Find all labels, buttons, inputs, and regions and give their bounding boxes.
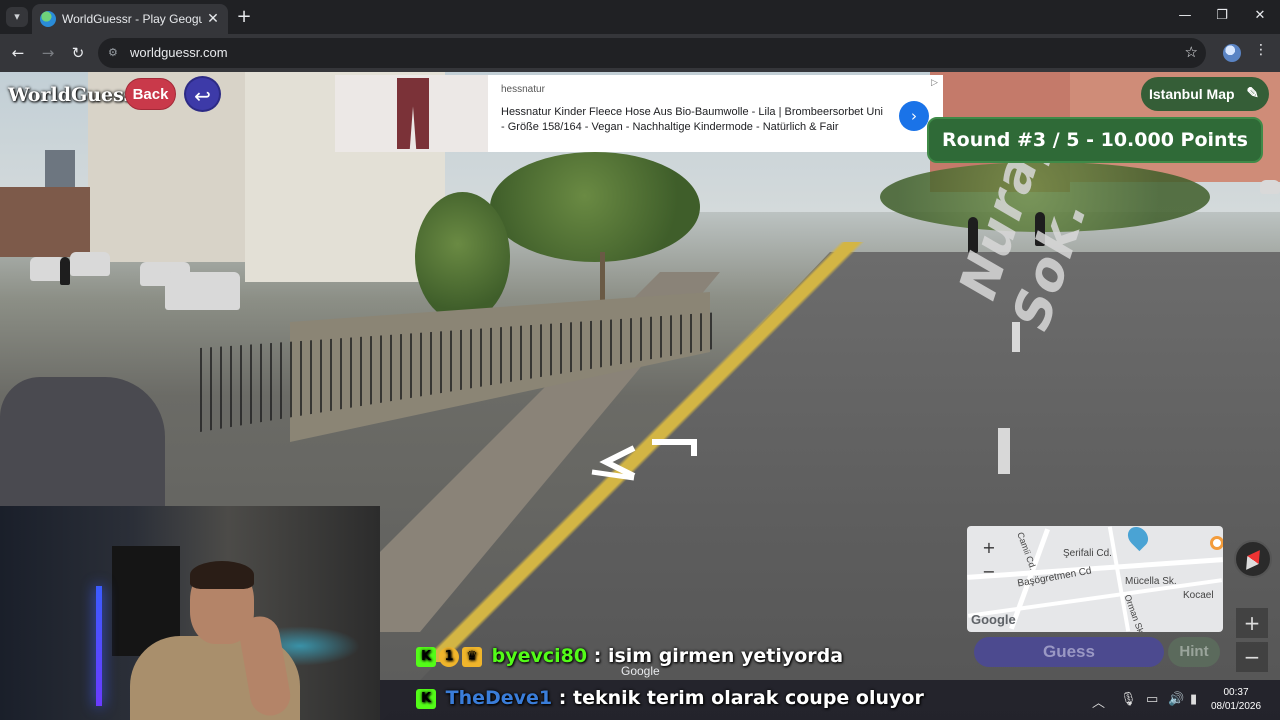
streamer-hair [190,561,254,589]
ad-open-arrow-icon[interactable]: › [899,101,929,131]
taskbar-clock[interactable]: 00:37 08/01/2026 [1206,686,1266,714]
lane-marking [1012,322,1020,352]
browser-toolbar: ← → ↻ ⚙ worldguessr.com ☆ [0,34,1280,72]
tray-chevron-icon[interactable]: ︿ [1092,692,1105,711]
chat-message: K TheDeve1 : teknik terim olarak coupe o… [416,683,924,713]
clock-time: 00:37 [1223,687,1249,698]
map-label: Kocael [1183,590,1214,601]
back-arrow-icon[interactable]: ← [8,43,28,63]
map-label: Mücella Sk. [1125,576,1177,587]
tab-title: WorldGuessr - Play Geoguessr Free [62,12,202,26]
compass-icon[interactable] [1234,540,1272,578]
ad-product-image [335,75,488,152]
nav-arrow-left[interactable] [599,445,636,479]
map-label: Şerifali Cd. [1063,548,1112,559]
map-zoom-out-button[interactable]: − [975,560,1003,584]
map-label: Camii Cd. [1015,530,1039,572]
pedestrians-foreground [0,377,165,507]
worldguessr-logo: WorldGuessr [8,84,145,106]
forward-arrow-icon[interactable]: → [38,43,58,63]
new-tab-button[interactable]: + [234,7,254,27]
round-banner: Round #3 / 5 - 10.000 Points [927,117,1263,163]
led-light [96,586,102,706]
sv-zoom-in-button[interactable]: + [1236,608,1268,638]
map-zoom-in-button[interactable]: + [975,536,1003,560]
map-name-button[interactable]: Istanbul Map ✎ [1141,77,1269,111]
adchoices-icon[interactable]: ▷ [931,78,938,88]
guess-button[interactable]: Guess [974,637,1164,667]
return-to-start-icon[interactable]: ↩ [184,76,221,112]
fleece-pants-image [397,78,429,149]
parked-car [70,252,110,276]
back-button[interactable]: Back [125,78,176,110]
chat-message: K 1 ♛ byevci80 : isim girmen yetiyorda [416,641,843,671]
address-bar[interactable]: ⚙ worldguessr.com ☆ [98,38,1206,68]
map-road [967,557,1223,580]
globe-icon [40,11,56,27]
kick-badge-icon: K [416,688,436,709]
parked-car [165,272,240,310]
brick-building [0,187,90,257]
tab-bar: ▾ WorldGuessr - Play Geoguessr Free ✕ + … [0,0,1280,34]
map-name-label: Istanbul Map [1149,86,1235,102]
battery-icon[interactable]: ▮ [1190,692,1197,707]
lane-marking [998,428,1010,474]
ad-text[interactable]: Hessnatur Kinder Fleece Hose Aus Bio-Bau… [501,105,886,135]
close-tab-icon[interactable]: ✕ [204,10,222,28]
rank-badge-icon: 1 [439,646,459,667]
nav-arrow-forward[interactable] [652,439,697,456]
chat-username: TheDeve1 [445,687,553,709]
browser-menu-icon[interactable]: ⋮ [1254,42,1268,58]
pedestrian [60,257,70,285]
volume-icon[interactable]: 🔊 [1168,692,1184,707]
profile-avatar[interactable] [1223,44,1241,62]
map-poi-icon [1210,536,1223,550]
site-info-icon[interactable]: ⚙ [108,46,122,60]
ad-source: hessnatur [501,84,545,95]
reload-icon[interactable]: ↻ [68,43,88,63]
ad-banner[interactable]: hessnatur Hessnatur Kinder Fleece Hose A… [335,75,943,152]
chat-username: byevci80 [491,645,588,667]
guess-minimap[interactable]: Şerifali Cd. Başögretmen Cd Mücella Sk. … [967,526,1223,632]
sv-zoom-out-button[interactable]: − [1236,642,1268,672]
bookmark-star-icon[interactable]: ☆ [1185,43,1198,61]
parked-car [1260,180,1280,194]
kick-badge-icon: K [416,646,436,667]
microphone-icon[interactable]: 🎙 [1120,692,1137,707]
tab-search-button[interactable]: ▾ [6,7,28,27]
webcam-overlay [0,506,380,720]
pencil-icon: ✎ [1246,85,1259,102]
browser-tab[interactable]: WorldGuessr - Play Geoguessr Free ✕ [32,4,228,34]
chat-text: : teknik terim olarak coupe oluyor [558,687,924,709]
map-pin-icon [1123,526,1153,552]
clock-date: 08/01/2026 [1210,701,1262,712]
network-icon[interactable]: ▭ [1146,692,1158,707]
minimize-icon[interactable]: — [1175,8,1195,23]
crown-badge-icon: ♛ [462,646,482,667]
maximize-icon[interactable]: ❐ [1212,8,1232,23]
close-window-icon[interactable]: ✕ [1250,8,1270,23]
google-logo: Google [971,612,1016,627]
url-text: worldguessr.com [130,45,228,60]
chat-text: : isim girmen yetiyorda [593,645,844,667]
street-nav-arrows[interactable] [556,434,706,484]
hint-button[interactable]: Hint [1168,637,1220,667]
